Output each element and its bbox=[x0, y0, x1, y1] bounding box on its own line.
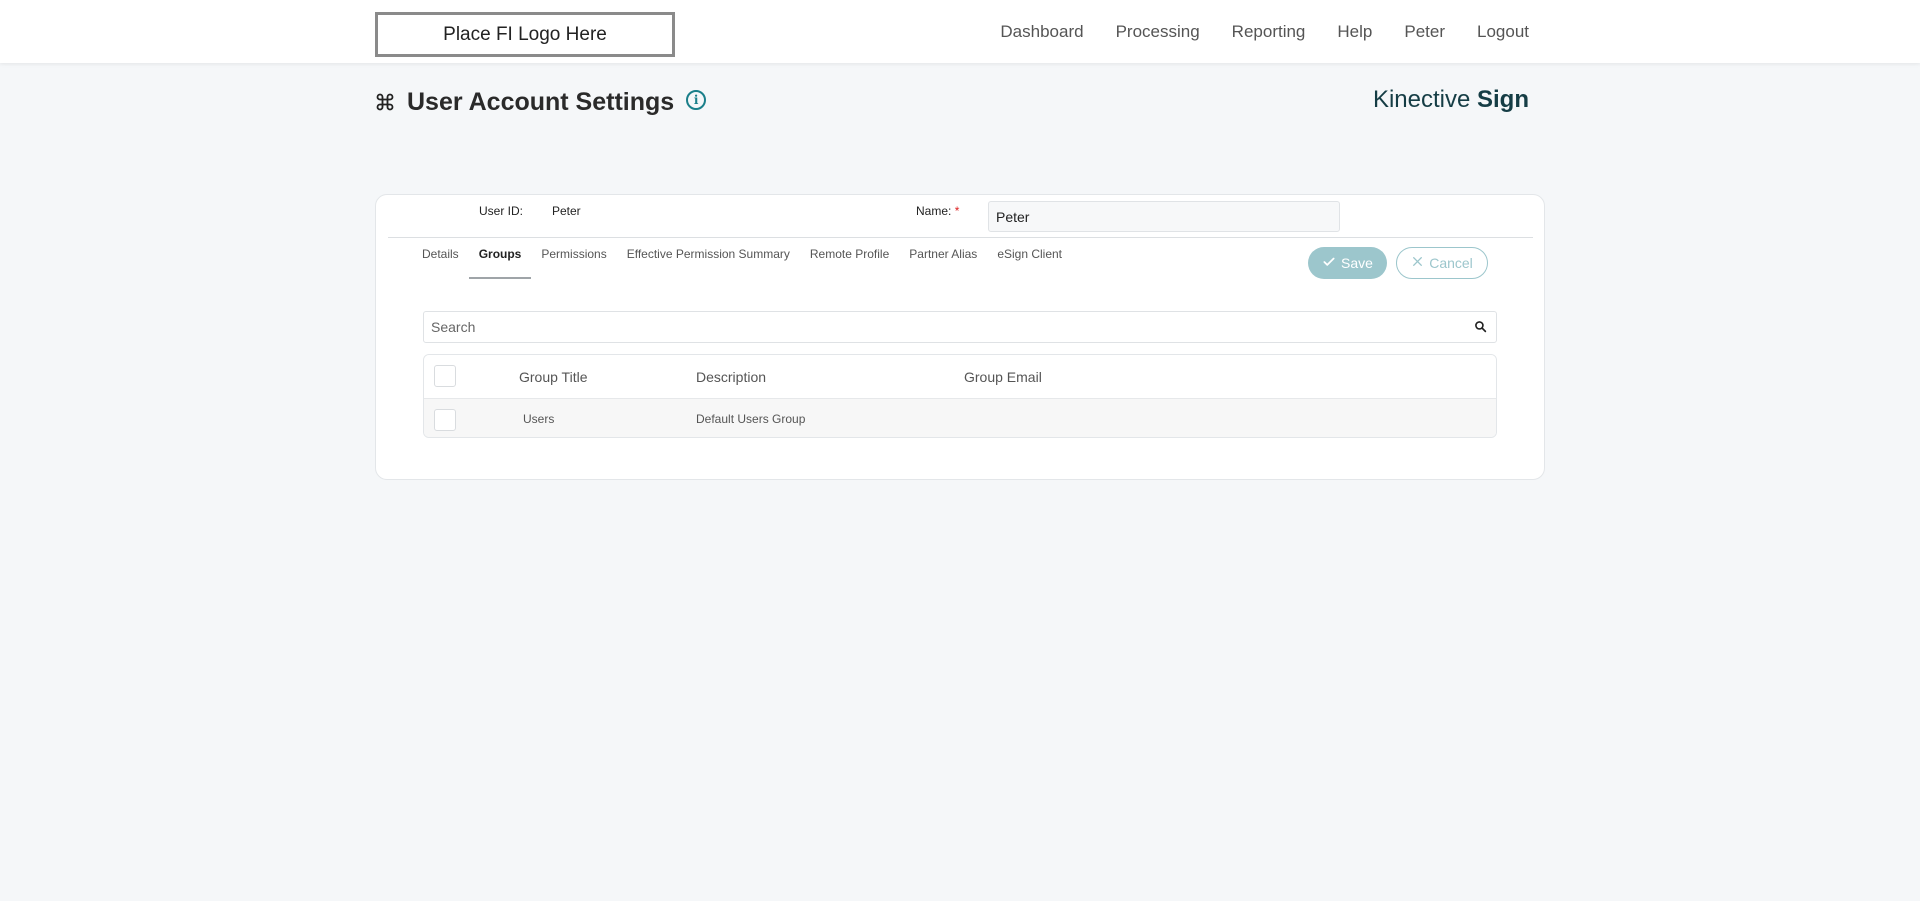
header-divider bbox=[388, 237, 1533, 238]
fi-logo-placeholder[interactable]: Place FI Logo Here bbox=[375, 12, 675, 57]
nav-dashboard[interactable]: Dashboard bbox=[1000, 22, 1083, 42]
table-header: Group Title Description Group Email bbox=[424, 355, 1496, 399]
tab-details[interactable]: Details bbox=[412, 243, 469, 283]
nav-help[interactable]: Help bbox=[1337, 22, 1372, 42]
tab-permissions[interactable]: Permissions bbox=[531, 243, 616, 283]
info-icon[interactable]: i bbox=[686, 90, 707, 110]
userid-label: User ID: bbox=[479, 204, 524, 218]
check-icon bbox=[1322, 255, 1336, 272]
search-box bbox=[423, 311, 1497, 343]
column-description[interactable]: Description bbox=[696, 369, 766, 385]
userid-value: Peter bbox=[552, 204, 581, 218]
cancel-label: Cancel bbox=[1429, 255, 1473, 271]
nav-logout[interactable]: Logout bbox=[1477, 22, 1529, 42]
settings-tabs: Details Groups Permissions Effective Per… bbox=[412, 243, 1072, 283]
table-row[interactable]: Users Default Users Group bbox=[424, 399, 1496, 437]
cell-description: Default Users Group bbox=[696, 412, 806, 426]
page-title: User Account Settings bbox=[407, 87, 675, 116]
tab-partner-alias[interactable]: Partner Alias bbox=[899, 243, 987, 283]
tab-remote-profile[interactable]: Remote Profile bbox=[800, 243, 899, 283]
required-marker: * bbox=[954, 204, 960, 218]
tab-esign-client[interactable]: eSign Client bbox=[987, 243, 1072, 283]
cell-group-title: Users bbox=[523, 412, 555, 426]
brand-light-text: Kinective bbox=[1372, 86, 1471, 113]
name-field[interactable] bbox=[988, 201, 1340, 232]
nav-reporting[interactable]: Reporting bbox=[1232, 22, 1306, 42]
row-checkbox[interactable] bbox=[434, 409, 456, 431]
column-group-title[interactable]: Group Title bbox=[519, 369, 587, 385]
command-icon bbox=[375, 92, 395, 112]
select-all-checkbox[interactable] bbox=[434, 365, 456, 387]
name-label: Name: * bbox=[916, 204, 959, 218]
nav-user-peter[interactable]: Peter bbox=[1404, 22, 1445, 42]
cancel-button[interactable]: Cancel bbox=[1396, 247, 1488, 279]
name-label-text: Name: bbox=[916, 204, 952, 218]
tab-effective-permission-summary[interactable]: Effective Permission Summary bbox=[617, 243, 800, 283]
brand-bold-text: Sign bbox=[1477, 86, 1529, 113]
column-group-email[interactable]: Group Email bbox=[964, 369, 1042, 385]
groups-table: Group Title Description Group Email User… bbox=[423, 354, 1497, 438]
tab-groups[interactable]: Groups bbox=[468, 243, 532, 279]
kinective-sign-logo: Kinective Sign bbox=[1373, 86, 1529, 114]
search-input[interactable] bbox=[424, 312, 1496, 342]
save-button[interactable]: Save bbox=[1308, 247, 1387, 279]
page-header: User Account Settings i bbox=[375, 82, 707, 122]
search-icon[interactable] bbox=[1474, 320, 1488, 334]
close-icon bbox=[1411, 255, 1424, 271]
save-label: Save bbox=[1341, 255, 1373, 271]
nav-processing[interactable]: Processing bbox=[1116, 22, 1200, 42]
user-settings-card: User ID: Peter Name: * Details Groups Pe… bbox=[375, 194, 1545, 480]
top-navbar: Place FI Logo Here Dashboard Processing … bbox=[0, 0, 1920, 63]
main-nav: Dashboard Processing Reporting Help Pete… bbox=[1000, 22, 1529, 42]
